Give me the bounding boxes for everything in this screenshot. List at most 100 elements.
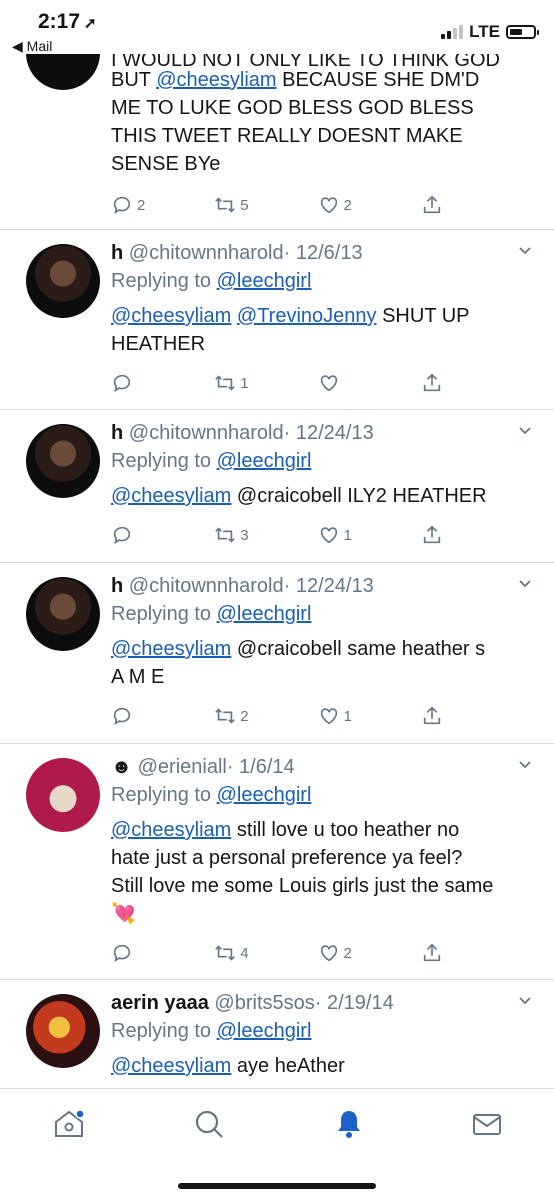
like-button[interactable]	[318, 372, 421, 394]
chevron-down-icon[interactable]	[518, 244, 532, 258]
display-name[interactable]: ☻	[111, 756, 132, 778]
tweet-date: · 12/24/13	[283, 422, 374, 444]
location-arrow-icon: ➚	[84, 15, 97, 32]
mention-link[interactable]: @cheesyliam	[111, 305, 231, 327]
home-indicator	[178, 1183, 376, 1189]
tweet-text: @craicobell same heather s	[231, 638, 486, 660]
tweet[interactable]: h @chitownnharold· 12/6/13 Replying to @…	[0, 230, 554, 410]
retweet-icon	[215, 527, 236, 543]
handle[interactable]: @erieniall	[138, 756, 227, 778]
replying-to-link[interactable]: @leechgirl	[217, 784, 312, 806]
heart-icon	[320, 945, 337, 962]
signal-icon	[441, 25, 464, 39]
like-button[interactable]: 2	[318, 194, 421, 216]
reply-button[interactable]: 2	[111, 194, 214, 216]
reply-button[interactable]	[111, 372, 214, 394]
clock: 2:17 ➚	[38, 10, 97, 33]
tweet-top[interactable]: I WOULD NOT ONLY LIKE TO THINK GOD BUT @…	[0, 54, 554, 230]
chevron-down-icon[interactable]	[518, 994, 532, 1008]
tweet-text: hate just a personal preference ya feel?	[111, 847, 463, 869]
like-button[interactable]: 1	[318, 705, 421, 727]
mention-link[interactable]: @cheesyliam	[111, 485, 231, 507]
mail-icon[interactable]	[470, 1107, 504, 1141]
replying-to-link[interactable]: @leechgirl	[217, 270, 312, 292]
retweet-icon	[215, 197, 236, 213]
tweet[interactable]: aerin yaaa @brits5sos· 2/19/14 Replying …	[0, 980, 554, 1088]
retweet-button[interactable]: 5	[214, 194, 317, 216]
avatar[interactable]	[26, 577, 100, 651]
share-button[interactable]	[421, 942, 524, 964]
search-icon[interactable]	[192, 1107, 226, 1141]
display-name[interactable]: h	[111, 422, 123, 444]
share-icon	[423, 943, 440, 962]
retweet-button[interactable]: 2	[214, 705, 317, 727]
chevron-down-icon[interactable]	[518, 758, 532, 772]
bell-icon[interactable]	[332, 1107, 366, 1141]
tweet-text: aye heAther	[231, 1055, 345, 1077]
tweet-date: · 12/6/13	[283, 242, 363, 264]
battery-icon	[506, 25, 539, 39]
chevron-down-icon[interactable]	[518, 577, 532, 591]
retweet-icon	[215, 708, 236, 724]
reply-icon	[113, 707, 131, 726]
replying-to-link[interactable]: @leechgirl	[217, 450, 312, 472]
tweet[interactable]: h @chitownnharold· 12/24/13 Replying to …	[0, 563, 554, 744]
share-button[interactable]	[421, 194, 524, 216]
retweet-icon	[215, 945, 236, 961]
mention-link[interactable]: @cheesyliam	[111, 638, 231, 660]
replying-label: Replying to	[111, 270, 212, 292]
replying-to-link[interactable]: @leechgirl	[217, 1020, 312, 1042]
tweet-text: @craicobell ILY2 HEATHER	[231, 485, 487, 507]
reply-button[interactable]	[111, 524, 214, 546]
mention-link[interactable]: @cheesyliam	[111, 819, 231, 841]
reply-button[interactable]	[111, 942, 214, 964]
share-button[interactable]	[421, 372, 524, 394]
reply-icon	[113, 944, 131, 963]
replying-label: Replying to	[111, 450, 212, 472]
network-type: LTE	[469, 22, 500, 41]
mention-link[interactable]: @cheesyliam	[111, 1055, 231, 1077]
retweet-icon	[215, 375, 236, 391]
reply-button[interactable]	[111, 705, 214, 727]
tweet-text: still love u too heather no	[231, 819, 460, 841]
handle[interactable]: @chitownnharold	[129, 575, 284, 597]
share-icon	[423, 525, 440, 544]
tweet-text: A M E	[111, 666, 165, 688]
replying-label: Replying to	[111, 784, 212, 806]
back-to-mail-link[interactable]: ◀ Mail	[12, 38, 52, 55]
handle[interactable]: @chitownnharold	[129, 242, 284, 264]
avatar[interactable]	[26, 758, 100, 832]
home-icon[interactable]	[52, 1107, 86, 1141]
reply-icon	[113, 526, 131, 545]
display-name[interactable]: h	[111, 242, 123, 264]
share-button[interactable]	[421, 524, 524, 546]
retweet-button[interactable]: 1	[214, 372, 317, 394]
avatar[interactable]	[26, 244, 100, 318]
heart-icon	[320, 197, 337, 214]
heart-icon	[320, 708, 337, 725]
conversation-feed[interactable]: I WOULD NOT ONLY LIKE TO THINK GOD BUT @…	[0, 54, 554, 1088]
avatar[interactable]	[26, 424, 100, 498]
like-button[interactable]: 1	[318, 524, 421, 546]
chevron-down-icon[interactable]	[518, 424, 532, 438]
share-icon	[423, 373, 440, 392]
tweet[interactable]: h @chitownnharold· 12/24/13 Replying to …	[0, 410, 554, 563]
avatar[interactable]	[26, 54, 100, 90]
replying-to-link[interactable]: @leechgirl	[217, 603, 312, 625]
replying-label: Replying to	[111, 1020, 212, 1042]
avatar[interactable]	[26, 994, 100, 1068]
heart-icon	[320, 527, 337, 544]
heart-emoji: 💘	[111, 903, 136, 925]
retweet-button[interactable]: 4	[214, 942, 317, 964]
handle[interactable]: @chitownnharold	[129, 422, 284, 444]
tweet[interactable]: ☻ @erieniall· 1/6/14 Replying to @leechg…	[0, 744, 554, 980]
mention-link[interactable]: @TrevinoJenny	[237, 305, 377, 327]
like-button[interactable]: 2	[318, 942, 421, 964]
handle[interactable]: @brits5sos	[214, 992, 314, 1014]
retweet-button[interactable]: 3	[214, 524, 317, 546]
display-name[interactable]: h	[111, 575, 123, 597]
display-name[interactable]: aerin yaaa	[111, 992, 209, 1014]
mention-link[interactable]: @cheesyliam	[156, 69, 276, 91]
reply-icon	[113, 374, 131, 393]
share-button[interactable]	[421, 705, 524, 727]
